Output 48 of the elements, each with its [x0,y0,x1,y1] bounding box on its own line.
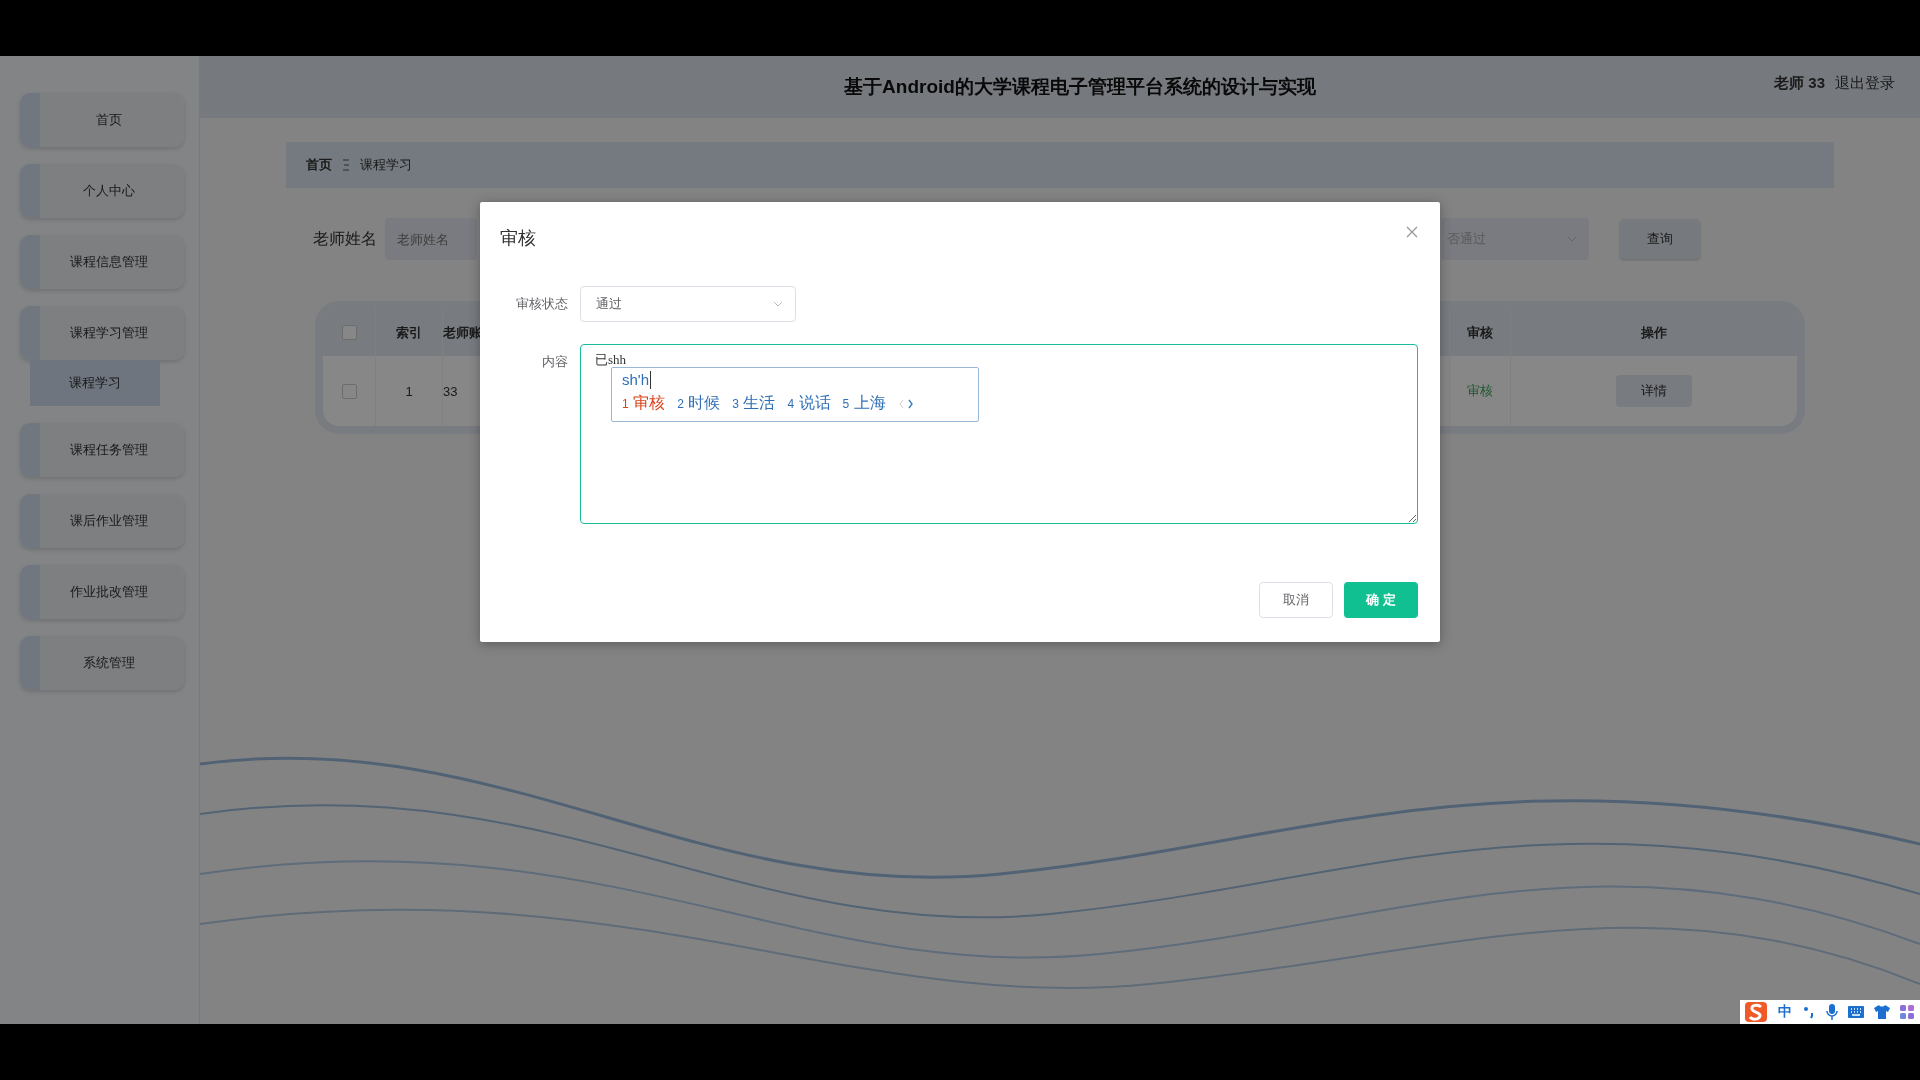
sidebar-item[interactable]: 系统管理 [20,636,184,690]
logo-icon[interactable] [1744,1001,1768,1023]
confirm-button[interactable]: 确 定 [1344,582,1418,618]
detail-button[interactable]: 详情 [1616,375,1692,407]
sidebar-item[interactable]: 首页 [20,93,184,147]
site-title: 基于Android的大学课程电子管理平台系统的设计与实现 [844,75,1316,99]
dialog-title: 审核 [500,227,536,250]
ime-candidate[interactable]: 4 说话 [787,393,831,414]
table-cell: 1 [376,356,443,426]
field-label: 内容 [541,353,569,371]
chevron-down-icon [1567,236,1577,242]
sidebar-item[interactable]: 个人中心 [20,164,184,218]
user-name: 老师 33 [1774,74,1825,93]
field-label: 审核状态 [515,295,569,313]
sidebar-item[interactable]: 课程学习管理 [20,306,184,360]
column-header: 审核 [1450,309,1511,356]
logout-link[interactable]: 退出登录 [1835,74,1895,93]
breadcrumb-link[interactable]: 首页 [306,156,332,174]
sidebar-item[interactable]: 课后作业管理 [20,494,184,548]
separator-icon [342,159,350,171]
ime-candidate[interactable]: 2 时候 [677,393,721,414]
chevron-down-icon [773,301,783,307]
checkbox[interactable] [341,383,357,399]
column-header: 索引 [376,309,443,356]
close-icon[interactable] [1406,226,1418,238]
shirt-icon[interactable] [1874,1005,1890,1019]
cancel-button[interactable]: 取消 [1259,582,1333,618]
column-header: 操作 [1640,323,1668,342]
punctuation-icon[interactable] [1802,1005,1816,1019]
input-mode-toggle[interactable]: 中 [1778,1003,1792,1021]
status-text: 审核 [1450,356,1511,426]
name-input-field[interactable]: 老师姓名 [385,218,477,260]
checkbox[interactable] [341,325,357,340]
sidebar-item[interactable]: 课程任务管理 [20,423,184,477]
field-label: 老师姓名 [313,228,377,249]
query-button[interactable]: 查询 [1620,219,1700,259]
keyboard-icon[interactable] [1848,1006,1864,1018]
sidebar-subitem[interactable]: 课程学习 [30,360,160,406]
ime-candidate[interactable]: 5 上海 [842,393,886,414]
ime-candidate[interactable]: 1 审核 [622,393,666,414]
status-select[interactable]: 通过 [580,286,796,322]
grid-icon[interactable] [1900,1005,1914,1019]
ime-candidate[interactable]: 3 生活 [732,393,776,414]
ime-composition: sh'h [622,371,652,389]
sidebar-item[interactable]: 作业批改管理 [20,565,184,619]
breadcrumb-current: 课程学习 [360,156,412,174]
microphone-icon[interactable] [1826,1004,1838,1020]
sidebar-item[interactable]: 课程信息管理 [20,235,184,289]
